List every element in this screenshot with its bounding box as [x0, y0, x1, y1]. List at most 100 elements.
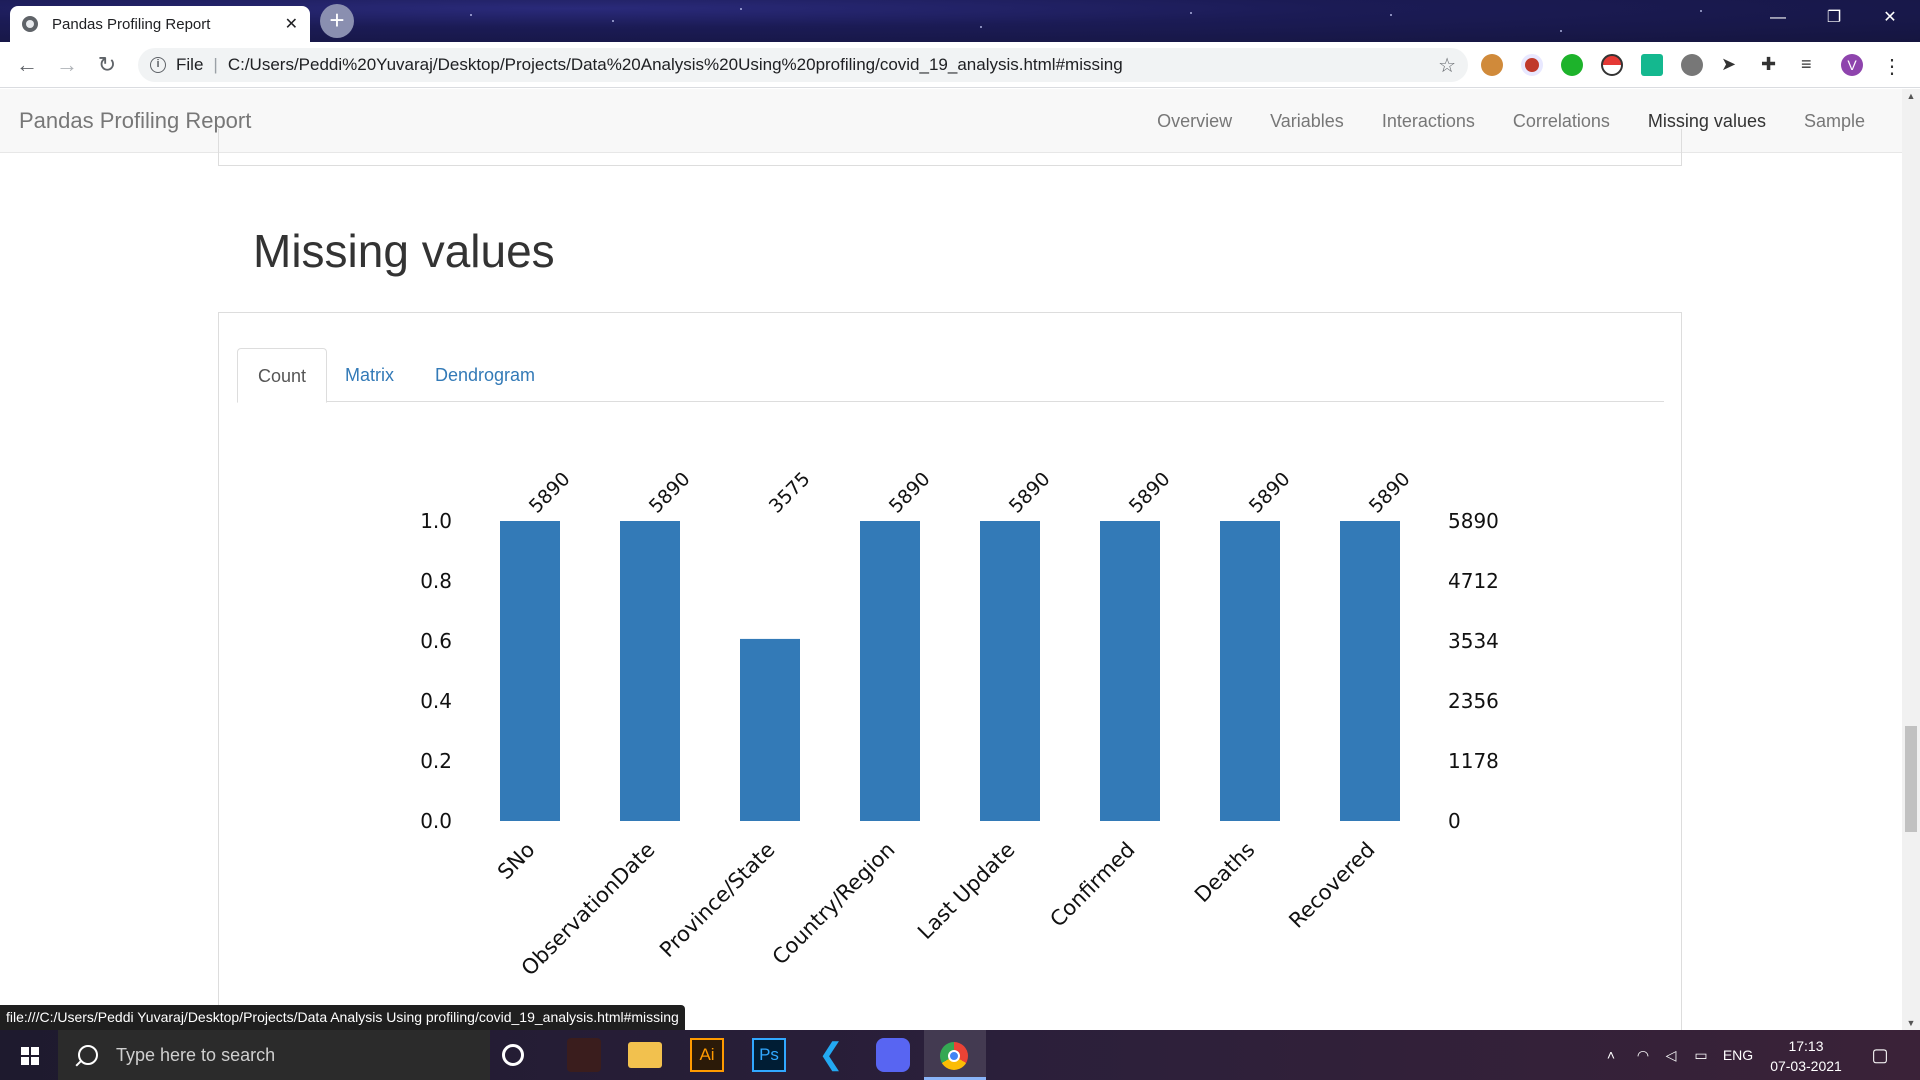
restore-button[interactable]: ❐: [1806, 0, 1862, 36]
page-content: Pandas Profiling Report Overview Variabl…: [0, 89, 1902, 1030]
search-placeholder: Type here to search: [116, 1044, 276, 1065]
right-tick-label: 4712: [1448, 569, 1499, 593]
puzzle-extensions-icon[interactable]: ✚: [1761, 54, 1783, 76]
link-preview-status: file:///C:/Users/Peddi Yuvaraj/Desktop/P…: [0, 1005, 685, 1030]
tab-close-icon[interactable]: ✕: [285, 14, 298, 34]
tray-chevron-icon[interactable]: ˄: [1598, 1030, 1624, 1080]
scrollbar-thumb[interactable]: [1905, 726, 1917, 832]
bar: [980, 521, 1040, 821]
wallpaper-star: [1700, 10, 1702, 12]
clock-date[interactable]: 07-03-2021: [1762, 1056, 1850, 1076]
x-tick-label: ObservationDate: [517, 838, 660, 981]
new-tab-button[interactable]: +: [320, 4, 354, 38]
bar-value-label: 5890: [525, 468, 575, 518]
file-explorer-icon[interactable]: [628, 1042, 662, 1068]
bar-value-label: 5890: [1365, 468, 1415, 518]
bar-value-label: 5890: [1005, 468, 1055, 518]
pokeball-extension-icon[interactable]: [1601, 54, 1623, 76]
browser-toolbar: ← → ↻ i File | C:/Users/Peddi%20Yuvaraj/…: [0, 42, 1920, 88]
volume-icon[interactable]: ◁: [1658, 1030, 1684, 1080]
reload-button[interactable]: ↻: [92, 50, 122, 80]
browser-titlebar: Pandas Profiling Report ✕ + — ❐ ✕: [0, 0, 1920, 42]
scroll-up-arrow-icon[interactable]: ▲: [1902, 91, 1920, 101]
wallpaper-star: [1560, 30, 1562, 32]
bar: [1340, 521, 1400, 821]
bar: [1220, 521, 1280, 821]
x-tick-label: Recovered: [1284, 838, 1379, 933]
profile-avatar[interactable]: V: [1841, 54, 1863, 76]
bar: [1100, 521, 1160, 821]
close-window-button[interactable]: ✕: [1862, 0, 1918, 36]
right-tick-label: 5890: [1448, 509, 1499, 533]
windows-logo-icon: [21, 1047, 39, 1065]
x-tick-label: Province/State: [655, 838, 779, 962]
left-tick-label: 0.0: [420, 809, 452, 833]
start-button[interactable]: [0, 1030, 58, 1080]
battery-icon[interactable]: ▭: [1688, 1030, 1714, 1080]
search-icon: [78, 1045, 98, 1065]
chrome-icon: [940, 1042, 968, 1070]
language-indicator[interactable]: ENG: [1718, 1030, 1758, 1080]
back-button[interactable]: ←: [12, 50, 42, 80]
vscode-icon[interactable]: ❮: [814, 1038, 848, 1072]
bar: [740, 638, 800, 821]
x-tick-label: Confirmed: [1045, 838, 1139, 932]
clock-time[interactable]: 17:13: [1762, 1036, 1850, 1056]
bar: [620, 521, 680, 821]
predator-app-icon[interactable]: [567, 1038, 601, 1072]
wallpaper-star: [1390, 14, 1392, 16]
wifi-icon[interactable]: ◠: [1630, 1030, 1656, 1080]
left-tick-label: 1.0: [420, 509, 452, 533]
minimize-button[interactable]: —: [1750, 0, 1806, 36]
menu-kebab-icon[interactable]: ⋮: [1881, 54, 1903, 78]
cortana-icon[interactable]: [502, 1044, 524, 1066]
media-queue-icon[interactable]: ≡: [1801, 54, 1823, 76]
green-extension-icon[interactable]: [1561, 54, 1583, 76]
page-scrollbar[interactable]: ▲ ▼: [1902, 89, 1920, 1030]
x-tick-label: Last Update: [913, 838, 1019, 944]
right-tick-label: 3534: [1448, 629, 1499, 653]
missing-count-bar-chart: 5890 SNo 5890 ObservationDate 3575 Province/S…: [420, 468, 1499, 981]
globe-icon: [22, 16, 38, 32]
photoshop-icon[interactable]: Ps: [752, 1038, 786, 1072]
tab-title: Pandas Profiling Report: [52, 15, 211, 33]
x-tick-label: Country/Region: [768, 838, 900, 970]
scroll-down-arrow-icon[interactable]: ▼: [1902, 1018, 1920, 1028]
wallpaper-star: [1190, 12, 1192, 14]
x-tick-label: Deaths: [1190, 838, 1260, 908]
left-tick-label: 0.2: [420, 749, 452, 773]
url-text[interactable]: C:/Users/Peddi%20Yuvaraj/Desktop/Project…: [228, 55, 1123, 75]
wallpaper-star: [980, 26, 982, 28]
chrome-taskbar-button[interactable]: [924, 1030, 986, 1080]
right-tick-label: 0: [1448, 809, 1461, 833]
bar-value-label: 5890: [885, 468, 935, 518]
url-separator: |: [213, 55, 218, 74]
right-tick-label: 1178: [1448, 749, 1499, 773]
bar: [500, 521, 560, 821]
browser-tab[interactable]: Pandas Profiling Report ✕: [10, 6, 310, 42]
illustrator-icon[interactable]: Ai: [690, 1038, 724, 1072]
address-bar[interactable]: i File | C:/Users/Peddi%20Yuvaraj/Deskto…: [138, 48, 1468, 82]
notifications-icon[interactable]: ▢: [1862, 1030, 1898, 1080]
bar-value-label: 5890: [1125, 468, 1175, 518]
wallpaper-star: [470, 14, 472, 16]
wallpaper-star: [740, 8, 742, 10]
url-scheme-label: File: [176, 55, 204, 74]
grey-extension-icon[interactable]: [1681, 54, 1703, 76]
taskbar-search[interactable]: Type here to search: [58, 1030, 490, 1080]
left-tick-label: 0.4: [420, 689, 452, 713]
leaf-extension-icon[interactable]: [1641, 54, 1663, 76]
target-extension-icon[interactable]: [1521, 54, 1543, 76]
forward-button[interactable]: →: [52, 50, 82, 80]
windows-taskbar: Type here to search Ai Ps ❮ ˄ ◠ ◁ ▭ ENG …: [0, 1030, 1920, 1080]
bar-value-label: 3575: [765, 468, 815, 518]
bar-value-label: 5890: [645, 468, 695, 518]
x-tick-label: SNo: [493, 838, 540, 885]
bar: [860, 521, 920, 821]
info-icon[interactable]: i: [150, 57, 166, 73]
cursor-icon: ➤: [1721, 54, 1737, 74]
discord-icon[interactable]: [876, 1038, 910, 1072]
cookie-extension-icon[interactable]: [1481, 54, 1503, 76]
left-tick-label: 0.8: [420, 569, 452, 593]
bookmark-star-icon[interactable]: ☆: [1438, 53, 1456, 78]
